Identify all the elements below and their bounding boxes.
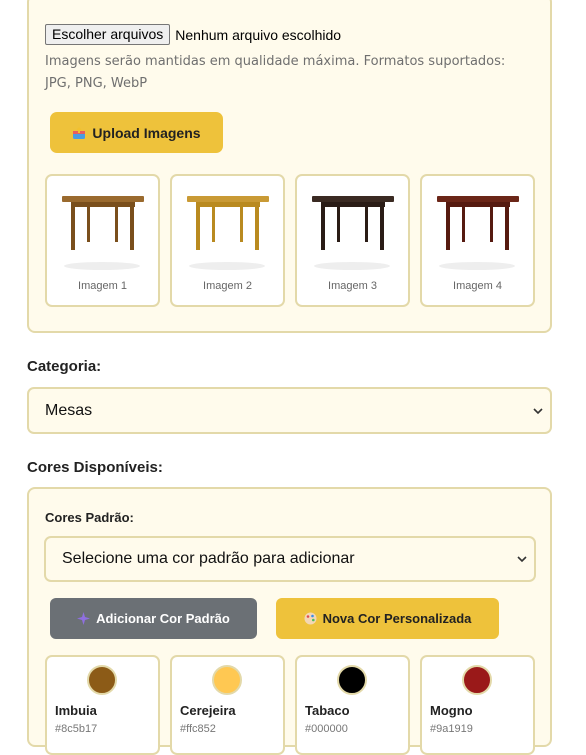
image-label: Imagem 3	[328, 280, 377, 292]
image-label: Imagem 4	[453, 280, 502, 292]
color-hex: #8c5b17	[55, 723, 98, 735]
table-image	[187, 196, 269, 270]
color-hex: #9a1919	[430, 723, 473, 735]
category-selected-value: Mesas	[45, 401, 93, 419]
upload-icon	[72, 126, 86, 140]
file-input[interactable]: Escolher arquivos Nenhum arquivo escolhi…	[45, 24, 341, 45]
new-custom-color-label: Nova Cor Personalizada	[322, 611, 472, 626]
default-color-placeholder: Selecione uma cor padrão para adicionar	[62, 550, 355, 567]
chevron-down-icon	[517, 556, 527, 563]
image-thumbnail-3[interactable]: Imagem 3	[295, 174, 410, 307]
image-thumbnail-1[interactable]: Imagem 1	[45, 174, 160, 307]
colors-label: Cores Disponíveis:	[27, 459, 163, 476]
add-default-color-label: Adicionar Cor Padrão	[96, 611, 230, 626]
color-name: Tabaco	[305, 703, 350, 718]
default-colors-label: Cores Padrão:	[45, 510, 134, 525]
image-label: Imagem 2	[203, 280, 252, 292]
color-swatch-card[interactable]: Imbuia #8c5b17	[45, 655, 160, 755]
add-default-color-button[interactable]: Adicionar Cor Padrão	[50, 598, 257, 639]
chevron-down-icon	[533, 407, 543, 414]
color-swatch-card[interactable]: Tabaco #000000	[295, 655, 410, 755]
upload-images-label: Upload Imagens	[92, 124, 201, 141]
choose-files-button[interactable]: Escolher arquivos	[45, 24, 171, 45]
color-swatch-card[interactable]: Mogno #9a1919	[420, 655, 535, 755]
new-custom-color-button[interactable]: Nova Cor Personalizada	[276, 598, 499, 639]
color-dot	[212, 665, 242, 695]
color-hex: #000000	[305, 723, 348, 735]
upload-help-text: Imagens serão mantidas em qualidade máxi…	[45, 54, 506, 91]
sparkle-icon	[77, 612, 91, 625]
colors-panel: Cores Padrão: Selecione uma cor padrão p…	[27, 487, 552, 755]
upload-images-button[interactable]: Upload Imagens	[50, 112, 223, 153]
default-color-select[interactable]: Selecione uma cor padrão para adicionar	[44, 536, 536, 582]
color-dot	[462, 665, 492, 695]
color-dot	[87, 665, 117, 695]
table-image	[437, 196, 519, 270]
image-thumbnail-2[interactable]: Imagem 2	[170, 174, 285, 307]
image-label: Imagem 1	[78, 280, 127, 292]
color-name: Imbuia	[55, 703, 97, 718]
color-name: Mogno	[430, 703, 473, 718]
color-dot	[337, 665, 367, 695]
color-hex: #ffc852	[180, 723, 216, 735]
file-status-text: Nenhum arquivo escolhido	[175, 26, 342, 43]
image-thumbnail-4[interactable]: Imagem 4	[420, 174, 535, 307]
upload-panel: Escolher arquivos Nenhum arquivo escolhi…	[27, 0, 552, 333]
color-name: Cerejeira	[180, 703, 236, 718]
category-label: Categoria:	[27, 358, 102, 375]
table-image	[62, 196, 144, 270]
palette-icon	[304, 612, 317, 625]
category-select[interactable]: Mesas	[27, 387, 552, 434]
table-image	[312, 196, 394, 270]
color-swatch-card[interactable]: Cerejeira #ffc852	[170, 655, 285, 755]
